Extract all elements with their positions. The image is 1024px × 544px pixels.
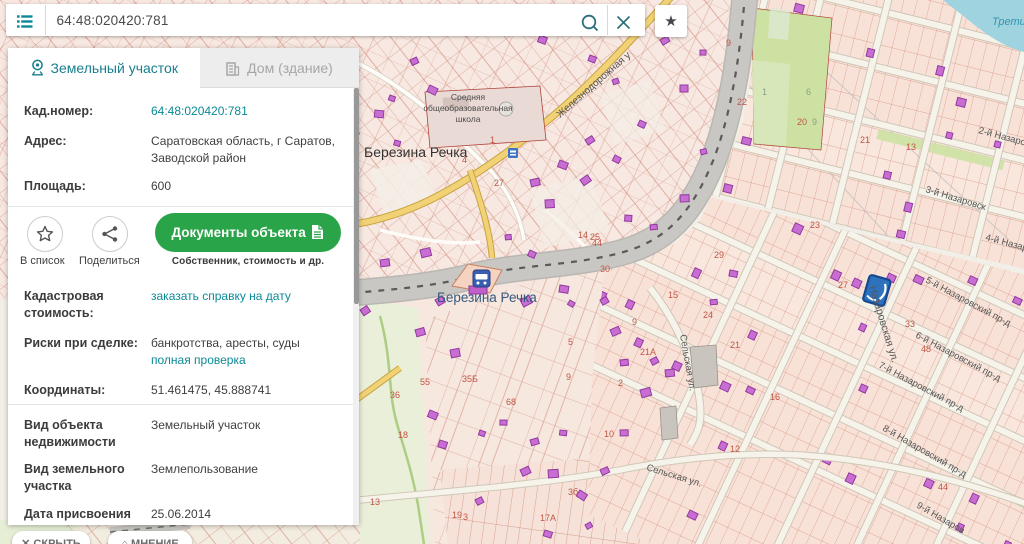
svg-text:22: 22 — [737, 97, 747, 107]
svg-text:10: 10 — [604, 429, 614, 439]
svg-text:3б: 3б — [568, 487, 578, 497]
svg-text:9: 9 — [812, 117, 817, 127]
svg-text:18: 18 — [398, 430, 408, 440]
svg-text:13: 13 — [906, 142, 916, 152]
svg-text:5: 5 — [568, 337, 573, 347]
svg-text:9: 9 — [726, 38, 731, 48]
svg-text:33: 33 — [905, 319, 915, 329]
svg-text:Трети: Трети — [992, 16, 1024, 28]
svg-text:21А: 21А — [640, 347, 656, 357]
svg-text:27: 27 — [838, 280, 848, 290]
svg-text:3: 3 — [463, 512, 468, 522]
svg-text:9: 9 — [632, 317, 637, 327]
svg-text:Средняя: Средняя — [451, 92, 486, 102]
svg-text:29: 29 — [714, 250, 724, 260]
svg-text:9: 9 — [566, 372, 571, 382]
svg-text:23: 23 — [810, 220, 820, 230]
svg-text:55: 55 — [420, 377, 430, 387]
svg-text:30: 30 — [600, 264, 610, 274]
svg-text:35Б: 35Б — [462, 374, 478, 384]
svg-text:6: 6 — [806, 87, 811, 97]
svg-text:14: 14 — [578, 230, 588, 240]
svg-text:20: 20 — [797, 117, 807, 127]
svg-text:44: 44 — [592, 238, 602, 248]
svg-text:школа: школа — [456, 114, 481, 124]
svg-text:24: 24 — [703, 310, 713, 320]
svg-text:Березина Речка: Березина Речка — [437, 290, 537, 305]
svg-text:36: 36 — [390, 390, 400, 400]
svg-text:17А: 17А — [540, 513, 556, 523]
svg-text:27: 27 — [494, 178, 504, 188]
svg-text:16: 16 — [770, 392, 780, 402]
svg-text:68: 68 — [506, 397, 516, 407]
svg-text:15: 15 — [668, 290, 678, 300]
svg-text:44: 44 — [938, 482, 948, 492]
svg-text:21: 21 — [730, 340, 740, 350]
svg-text:общеобразовательная: общеобразовательная — [423, 103, 513, 113]
svg-text:1: 1 — [762, 87, 767, 97]
svg-text:13: 13 — [370, 497, 380, 507]
svg-text:19: 19 — [452, 510, 462, 520]
svg-text:2: 2 — [618, 378, 623, 388]
svg-text:21: 21 — [860, 135, 870, 145]
svg-text:12: 12 — [730, 444, 740, 454]
svg-text:1: 1 — [490, 135, 495, 145]
svg-text:Березина Речка: Березина Речка — [364, 144, 468, 160]
